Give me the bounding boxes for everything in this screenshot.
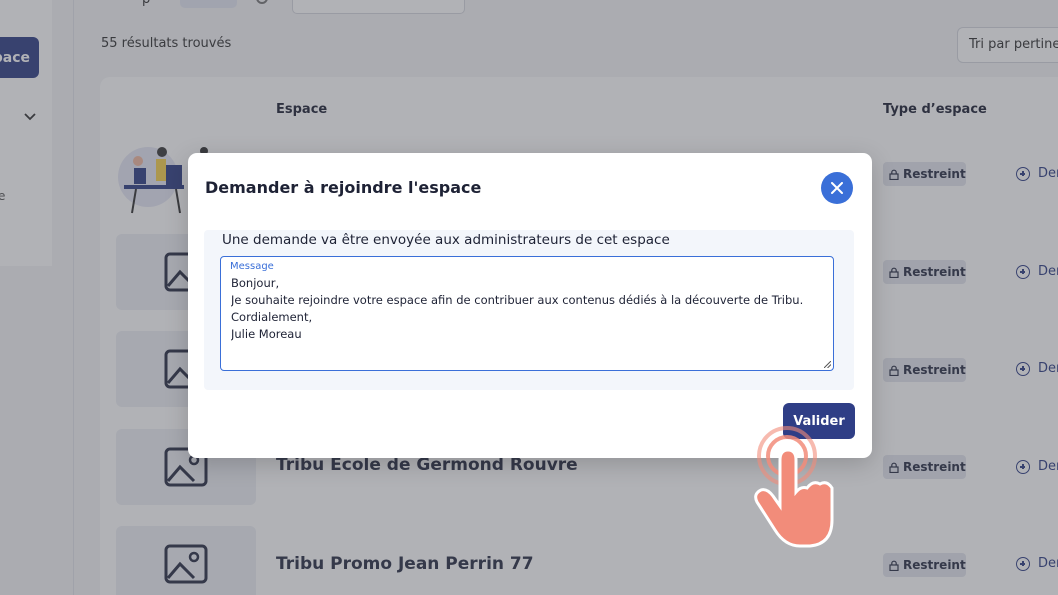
dialog-description: Une demande va être envoyée aux administ… — [222, 232, 670, 248]
tap-hand-icon — [754, 426, 834, 548]
message-textarea[interactable]: Bonjour, Je souhaite rejoindre votre esp… — [231, 275, 827, 365]
dialog-body: Une demande va être envoyée aux administ… — [204, 230, 854, 390]
close-icon — [831, 182, 843, 194]
resize-handle-icon[interactable] — [824, 361, 831, 368]
message-field-label: Message — [230, 261, 274, 272]
dialog-title: Demander à rejoindre l'espace — [205, 178, 482, 197]
close-button[interactable] — [821, 172, 853, 204]
message-field[interactable]: Message Bonjour, Je souhaite rejoindre v… — [220, 256, 834, 371]
join-request-dialog: Demander à rejoindre l'espace Une demand… — [188, 153, 872, 458]
